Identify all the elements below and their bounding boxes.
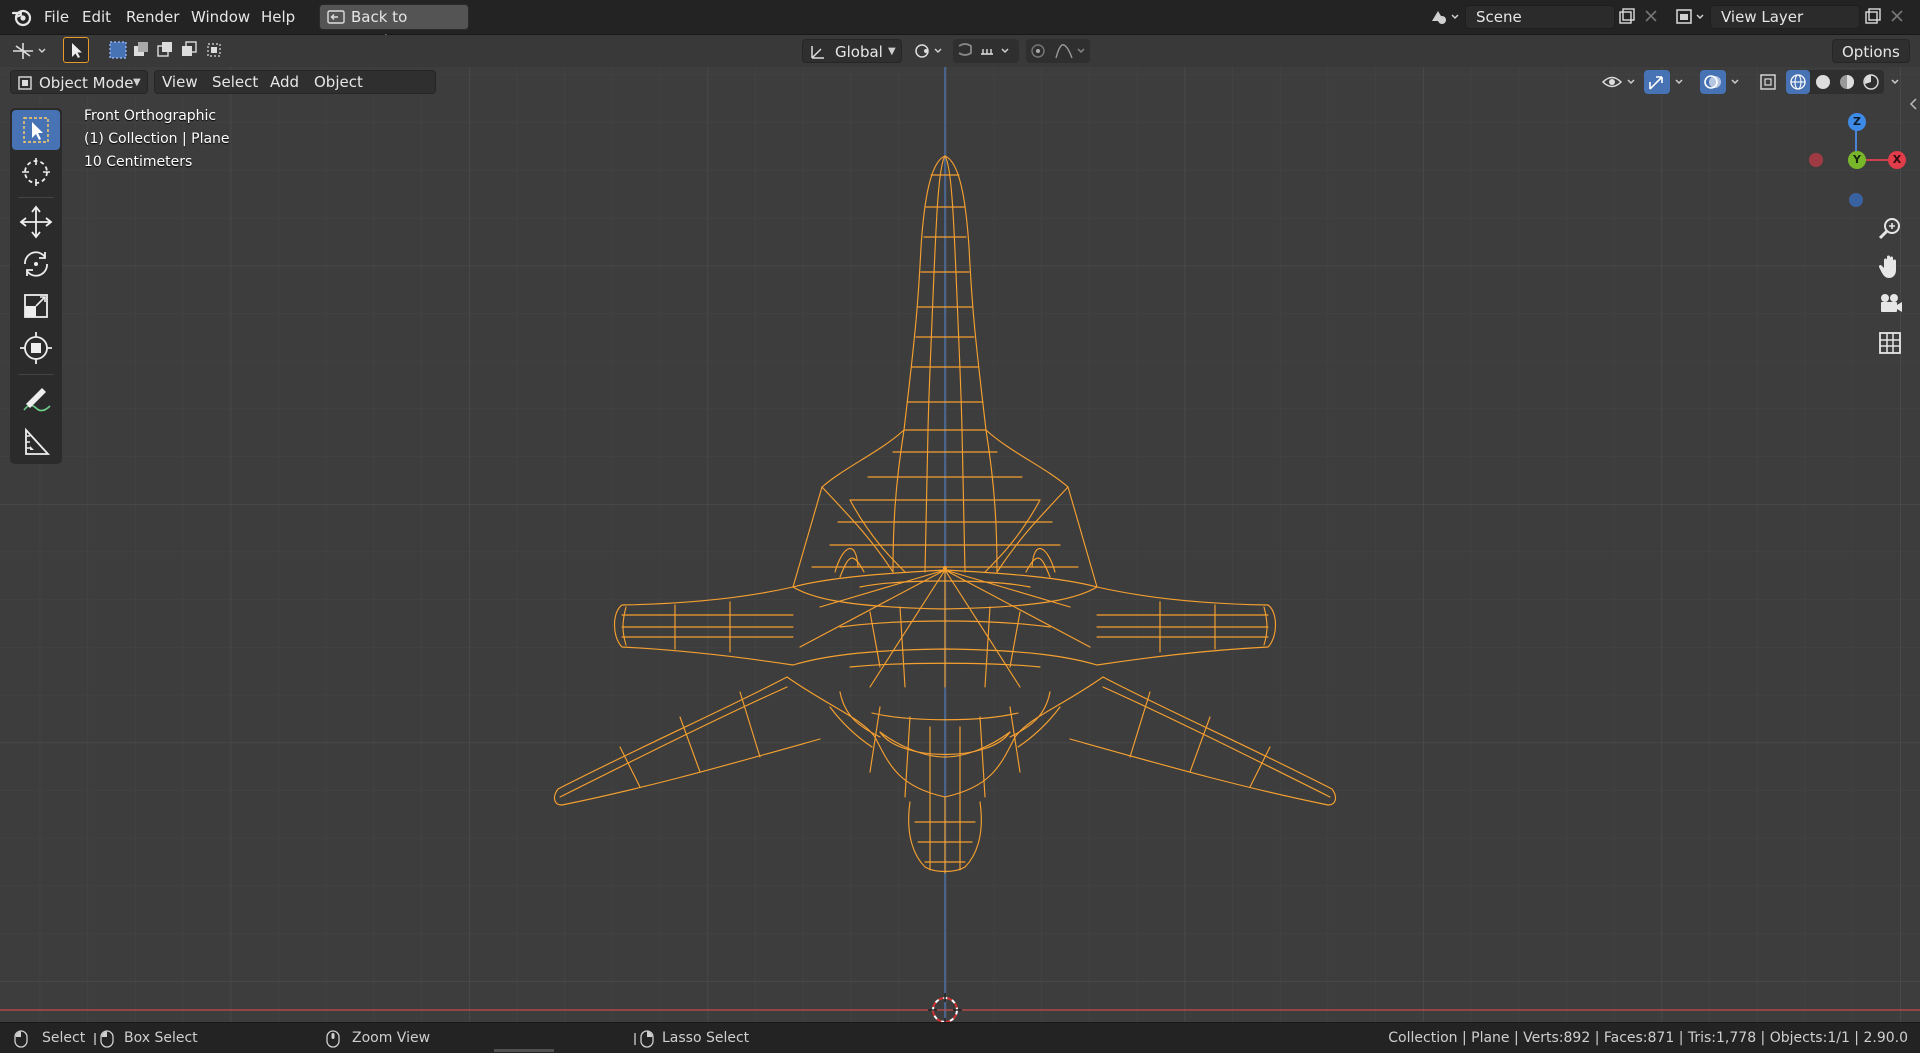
gizmo-y-axis[interactable]: Y (1848, 151, 1866, 169)
viewport-header: Object Mode ▼ View Select Add Object (0, 67, 1920, 97)
orientation-label: Global (835, 43, 883, 61)
orientation-icon (809, 43, 827, 61)
options-label: Options (1842, 43, 1900, 61)
zoom-view-icon[interactable] (1874, 213, 1906, 245)
object-origin (943, 566, 947, 570)
tool-settings-header: Global ▼ Options ▼ (0, 35, 1920, 84)
top-menu-bar: File Edit Render Window Help Back to Pre… (0, 0, 1920, 50)
menu-select[interactable]: Select (212, 70, 258, 94)
toolbar-divider (18, 374, 54, 375)
scale-tool-icon[interactable] (12, 286, 60, 326)
overlays-toggle-icon[interactable] (1700, 70, 1726, 94)
blender-logo-icon[interactable] (11, 7, 33, 27)
new-scene-icon[interactable] (1617, 7, 1637, 27)
proportional-editing-group[interactable] (1026, 39, 1090, 63)
pivot-point-dropdown[interactable] (912, 39, 948, 63)
gizmo-neg-x (1809, 153, 1823, 167)
xray-toggle-icon[interactable] (1756, 70, 1780, 94)
scene-statistics: Collection | Plane | Verts:892 | Faces:8… (1388, 1030, 1908, 1046)
selection-mode-buttons[interactable] (108, 39, 230, 61)
transform-orientation-dropdown[interactable]: Global ▼ (802, 39, 902, 63)
cursor-tool-icon[interactable] (12, 152, 60, 192)
menu-view[interactable]: View (162, 70, 198, 94)
delete-view-layer-icon[interactable] (1889, 8, 1905, 24)
move-tool-icon[interactable] (12, 202, 60, 242)
snapping-group[interactable] (953, 39, 1019, 63)
menu-edit[interactable]: Edit (82, 0, 111, 34)
gizmo-dropdown-icon[interactable] (1672, 70, 1688, 94)
menu-render[interactable]: Render (126, 0, 179, 34)
visibility-dropdown-icon[interactable] (1600, 70, 1640, 94)
annotate-tool-icon[interactable] (12, 380, 60, 420)
gizmo-toggle-icon[interactable] (1644, 70, 1670, 94)
delete-scene-icon[interactable] (1643, 8, 1659, 24)
rotate-tool-icon[interactable] (12, 244, 60, 284)
editor-type-icon[interactable] (10, 39, 50, 63)
view-layer-icon[interactable] (1674, 6, 1708, 28)
3d-viewport[interactable]: Front Orthographic (1) Collection | Plan… (0, 67, 1920, 1022)
camera-view-icon[interactable] (1874, 289, 1906, 321)
status-lasso-select-label: Lasso Select (662, 1030, 750, 1046)
new-view-layer-icon[interactable] (1863, 7, 1883, 27)
measure-tool-icon[interactable] (12, 422, 60, 462)
status-bar: Select Box Select Zoom View Lasso Select… (0, 1022, 1920, 1053)
grid-scale-label: 10 Centimeters (84, 154, 193, 170)
chevron-down-icon: ▼ (888, 46, 896, 57)
menu-file[interactable]: File (44, 0, 69, 34)
orthographic-grid-icon[interactable] (1874, 327, 1906, 359)
wireframe-model[interactable] (0, 67, 1920, 1022)
collection-info-label: (1) Collection | Plane (84, 131, 230, 147)
select-box-tool-icon[interactable] (12, 110, 60, 150)
menu-help[interactable]: Help (261, 0, 295, 34)
menu-add[interactable]: Add (270, 70, 299, 94)
options-dropdown[interactable]: Options ▼ (1832, 39, 1910, 84)
gizmo-z-axis[interactable]: Z (1848, 113, 1866, 131)
3d-cursor (928, 993, 962, 1022)
scene-name-field[interactable]: Scene (1465, 5, 1615, 29)
status-box-select-label: Box Select (124, 1030, 198, 1046)
view-layer-field[interactable]: View Layer (1710, 5, 1860, 29)
pan-view-hand-icon[interactable] (1874, 251, 1906, 283)
sidebar-toggle-icon[interactable] (1908, 97, 1918, 111)
status-zoom-view-label: Zoom View (352, 1030, 431, 1046)
middle-mouse-icon (326, 1030, 340, 1048)
scene-selector-icon[interactable] (1428, 6, 1462, 28)
overlays-dropdown-icon[interactable] (1728, 70, 1744, 94)
drag-mouse-icon (94, 1030, 116, 1048)
status-select-label: Select (42, 1030, 86, 1046)
shading-mode-buttons[interactable] (1786, 70, 1884, 94)
object-mode-label: Object Mode (39, 74, 134, 92)
tool-shelf (10, 108, 62, 464)
left-mouse-icon (14, 1030, 28, 1048)
object-mode-icon (17, 75, 33, 91)
menu-object[interactable]: Object (314, 70, 363, 94)
chevron-down-icon: ▼ (133, 77, 141, 88)
menu-window[interactable]: Window (191, 0, 250, 34)
gizmo-neg-z (1849, 193, 1863, 207)
active-tool-select-icon[interactable] (63, 37, 89, 63)
back-to-previous-button[interactable]: Back to Previous (319, 4, 469, 50)
object-mode-dropdown[interactable]: Object Mode ▼ (10, 70, 148, 94)
right-drag-mouse-icon (634, 1030, 656, 1048)
toolbar-divider (18, 197, 54, 198)
shading-dropdown-icon[interactable] (1888, 70, 1904, 94)
transform-tool-icon[interactable] (12, 328, 60, 368)
gizmo-x-axis[interactable]: X (1888, 151, 1906, 169)
back-icon (327, 10, 345, 24)
view-name-label: Front Orthographic (84, 108, 217, 124)
